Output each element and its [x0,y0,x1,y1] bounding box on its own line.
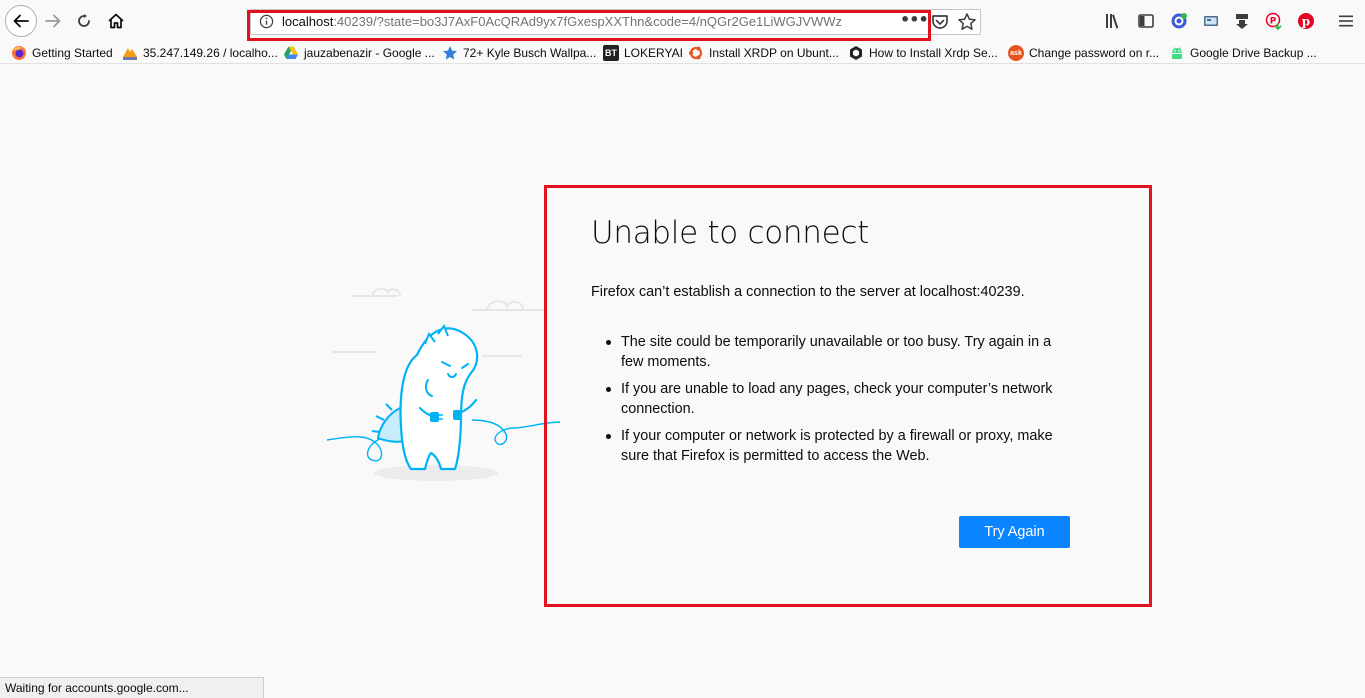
bt-icon: BT [603,45,619,61]
pinterest-icon[interactable]: p [1297,12,1315,30]
account-extension-icon[interactable] [1170,12,1188,30]
navigation-toolbar: localhost:40239/?state=bo3J7AxF0AcQRAd9y… [0,0,1365,42]
back-button[interactable] [5,5,37,37]
phpmyadmin-icon [122,45,138,61]
svg-text:P: P [1270,17,1277,27]
ask-icon: ask [1008,45,1024,61]
bookmark-label: LOKERYAI [624,46,683,60]
forward-button[interactable] [38,6,68,36]
ubuntu-icon [688,45,704,61]
bookmark-label: How to Install Xrdp Se... [869,46,998,60]
bookmark-label: Install XRDP on Ubunt... [709,46,839,60]
bookmark-item[interactable]: How to Install Xrdp Se... [848,44,998,62]
bookmark-item[interactable]: Google Drive Backup ... [1169,44,1317,62]
bookmark-label: jauzabenazir - Google ... [304,46,435,60]
pinterest-save-icon[interactable]: P [1265,12,1283,30]
android-icon [1169,45,1185,61]
star-icon [442,45,458,61]
bookmarks-toolbar: Getting Started 35.247.149.26 / localho.… [0,42,1365,64]
library-icon[interactable] [1104,12,1122,30]
list-item: The site could be temporarily unavailabl… [606,332,1076,372]
bookmark-label: Getting Started [32,46,113,60]
svg-text:p: p [1302,15,1310,29]
pocket-icon[interactable] [930,12,950,32]
error-suggestions-list: The site could be temporarily unavailabl… [606,332,1076,473]
bookmark-star-icon[interactable] [957,12,977,32]
url-path: :40239/?state=bo3J7AxF0AcQRAd9yx7fGxespX… [333,14,843,29]
status-panel: Waiting for accounts.google.com... [0,677,264,698]
back-arrow-icon [13,14,29,28]
unplugged-dinosaur-illustration [326,287,561,481]
info-icon[interactable] [259,14,274,29]
screenshot-extension-icon[interactable] [1202,12,1220,30]
bookmark-item[interactable]: Install XRDP on Ubunt... [688,44,839,62]
sidebar-icon[interactable] [1137,12,1155,30]
bookmark-item[interactable]: 35.247.149.26 / localho... [122,44,278,62]
hexagon-icon [848,45,864,61]
error-description: Firefox can’t establish a connection to … [591,284,1025,300]
reload-button[interactable] [69,6,99,36]
list-item: If your computer or network is protected… [606,426,1076,466]
bookmark-label: Google Drive Backup ... [1190,46,1317,60]
list-item: If you are unable to load any pages, che… [606,379,1076,419]
bookmark-item[interactable]: Getting Started [11,44,113,62]
bookmark-item[interactable]: 72+ Kyle Busch Wallpa... [442,44,596,62]
url-text[interactable]: localhost:40239/?state=bo3J7AxF0AcQRAd9y… [282,13,867,31]
url-host: localhost [282,14,334,29]
error-container: Unable to connect Firefox can’t establis… [544,185,1152,607]
bookmark-label: 35.247.149.26 / localho... [143,46,278,60]
try-again-button[interactable]: Try Again [959,516,1070,548]
bookmark-item[interactable]: BT LOKERYAI [603,44,683,62]
reload-icon [78,14,90,27]
forward-arrow-icon [45,14,61,28]
google-drive-icon [283,45,299,61]
page-actions-button[interactable]: ••• [900,12,929,32]
home-button[interactable] [101,6,131,36]
bookmark-item[interactable]: jauzabenazir - Google ... [283,44,435,62]
firefox-icon [11,45,27,61]
bookmark-item[interactable]: ask Change password on r... [1008,44,1159,62]
menu-icon[interactable] [1337,12,1355,30]
bookmark-label: 72+ Kyle Busch Wallpa... [463,46,597,60]
bookmark-label: Change password on r... [1029,46,1160,60]
download-extension-icon[interactable] [1233,12,1251,30]
error-title: Unable to connect [591,215,870,251]
home-icon [108,13,124,29]
